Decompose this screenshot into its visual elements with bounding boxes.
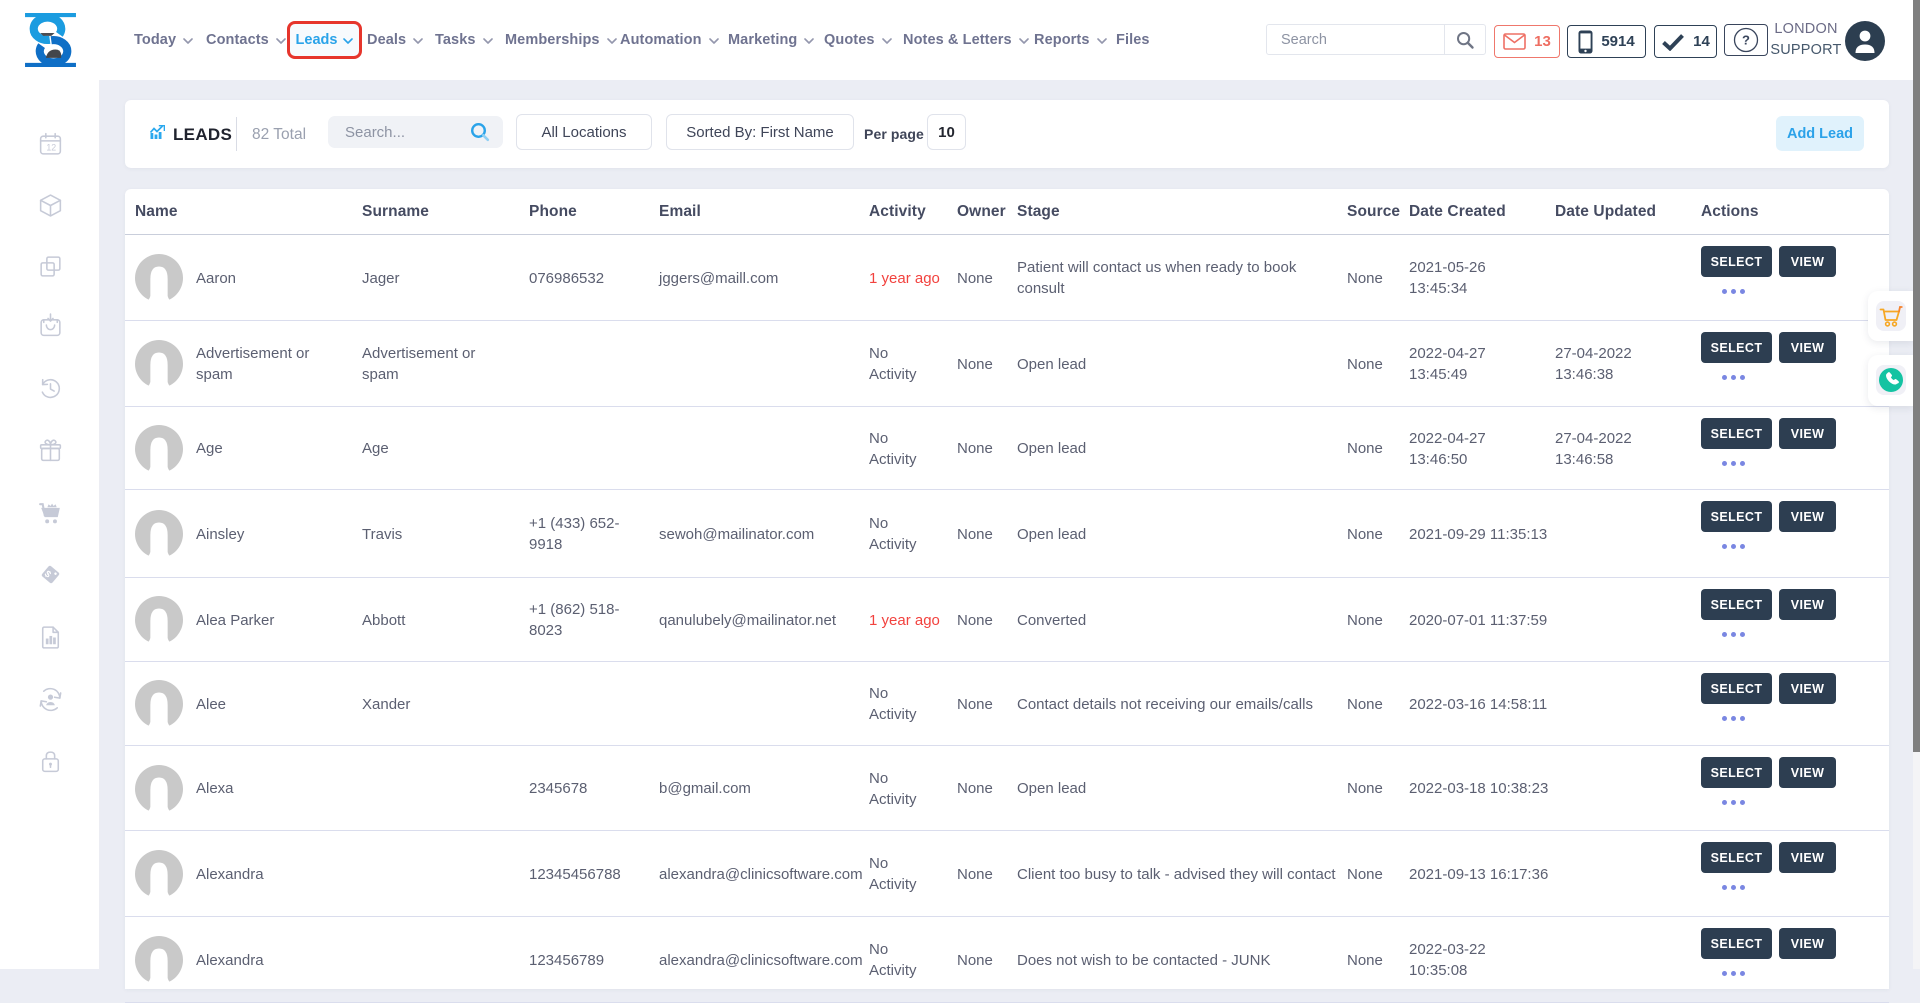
svg-text:?: ? (1742, 33, 1750, 48)
svg-text:12: 12 (46, 143, 56, 153)
